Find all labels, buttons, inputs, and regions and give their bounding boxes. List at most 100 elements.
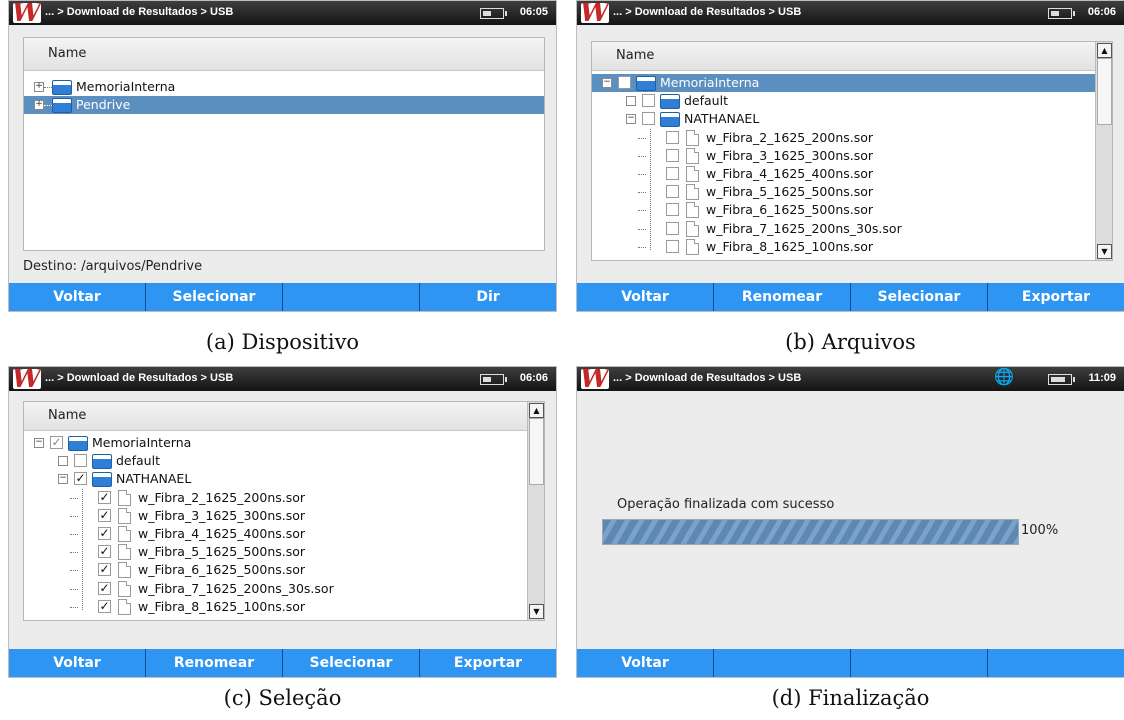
- exportar-button[interactable]: Exportar: [988, 283, 1124, 311]
- tree-folder-row[interactable]: − ✓ MemoriaInterna: [24, 434, 527, 452]
- renomear-button[interactable]: Renomear: [714, 283, 851, 311]
- tree-file-row[interactable]: ✓ w_Fibra_6_1625_500ns.sor: [24, 561, 527, 579]
- checkbox-icon[interactable]: [618, 76, 631, 89]
- expander-icon[interactable]: [626, 96, 636, 107]
- folder-icon: [660, 112, 680, 128]
- empty-softkey[interactable]: [714, 649, 851, 677]
- tree-folder-row[interactable]: − MemoriaInterna: [592, 74, 1095, 92]
- voltar-button[interactable]: Voltar: [9, 649, 146, 677]
- selecionar-button[interactable]: Selecionar: [283, 649, 420, 677]
- vertical-scrollbar[interactable]: ▲ ▼: [527, 402, 544, 620]
- renomear-button[interactable]: Renomear: [146, 649, 283, 677]
- scroll-up-icon[interactable]: ▲: [1097, 43, 1112, 58]
- dir-button[interactable]: Dir: [420, 283, 556, 311]
- checkbox-icon[interactable]: [666, 130, 679, 144]
- tree-label: w_Fibra_4_1625_400ns.sor: [138, 526, 306, 541]
- softkey-bar: Voltar Renomear Selecionar Exportar: [577, 283, 1124, 311]
- checkbox-icon[interactable]: [666, 221, 679, 235]
- clock: 06:06: [1087, 6, 1116, 18]
- tree-file-row[interactable]: ✓ w_Fibra_5_1625_500ns.sor: [24, 543, 527, 561]
- tree-file-row[interactable]: w_Fibra_8_1625_100ns.sor: [592, 238, 1095, 256]
- voltar-button[interactable]: Voltar: [9, 283, 146, 311]
- tree-file-row[interactable]: w_Fibra_3_1625_300ns.sor: [592, 147, 1095, 165]
- device-list[interactable]: Name + MemoriaInterna + Pendrive: [23, 37, 545, 251]
- scroll-up-icon[interactable]: ▲: [529, 403, 544, 418]
- voltar-button[interactable]: Voltar: [577, 649, 714, 677]
- voltar-button[interactable]: Voltar: [577, 283, 714, 311]
- tree-file-row[interactable]: ✓ w_Fibra_2_1625_200ns.sor: [24, 489, 527, 507]
- tree-file-row[interactable]: w_Fibra_4_1625_400ns.sor: [592, 165, 1095, 183]
- expander-icon[interactable]: −: [602, 78, 612, 88]
- scroll-down-icon[interactable]: ▼: [529, 604, 544, 619]
- tree-label: NATHANAEL: [116, 471, 192, 487]
- column-header-name[interactable]: Name: [24, 38, 544, 71]
- empty-softkey[interactable]: [988, 649, 1124, 677]
- checkbox-icon[interactable]: [666, 239, 679, 253]
- tree-file-row[interactable]: w_Fibra_6_1625_500ns.sor: [592, 201, 1095, 219]
- app-logo-icon: W: [13, 369, 41, 389]
- expander-icon[interactable]: +: [34, 100, 44, 110]
- expander-icon[interactable]: −: [58, 474, 68, 485]
- checkbox-icon[interactable]: [666, 148, 679, 162]
- expander-icon[interactable]: −: [626, 114, 636, 125]
- checkbox-icon[interactable]: ✓: [50, 436, 63, 449]
- vertical-scrollbar[interactable]: ▲ ▼: [1095, 42, 1112, 260]
- expander-icon[interactable]: [58, 456, 68, 467]
- battery-icon: [480, 374, 507, 385]
- tree-folder-row[interactable]: − ✓ NATHANAEL: [24, 470, 527, 488]
- checkbox-icon[interactable]: ✓: [74, 472, 87, 486]
- tree-connector: [638, 174, 646, 175]
- exportar-button[interactable]: Exportar: [420, 649, 556, 677]
- tree-file-row[interactable]: ✓ w_Fibra_3_1625_300ns.sor: [24, 507, 527, 525]
- tree-file-row[interactable]: w_Fibra_5_1625_500ns.sor: [592, 183, 1095, 201]
- column-header-name[interactable]: Name: [592, 42, 1112, 71]
- tree-folder-row[interactable]: − NATHANAEL: [592, 110, 1095, 128]
- selecionar-button[interactable]: Selecionar: [851, 283, 988, 311]
- tree-folder-row[interactable]: default: [592, 92, 1095, 110]
- file-icon: [118, 598, 131, 615]
- tree-connector: [638, 192, 646, 194]
- expander-icon[interactable]: +: [34, 82, 44, 92]
- file-icon: [118, 507, 131, 524]
- checkbox-icon[interactable]: [74, 454, 87, 468]
- checkbox-icon[interactable]: [666, 167, 679, 180]
- tree-label: default: [116, 453, 160, 469]
- tree-label: w_Fibra_3_1625_300ns.sor: [138, 507, 306, 523]
- checkbox-icon[interactable]: [666, 185, 679, 199]
- tree-file-row[interactable]: w_Fibra_2_1625_200ns.sor: [592, 129, 1095, 147]
- file-tree[interactable]: Name ▲ ▼ − MemoriaInterna default − NATHANAE…: [591, 41, 1113, 261]
- file-tree[interactable]: Name ▲ ▼ − ✓ MemoriaInterna default − ✓ NATHAN…: [23, 401, 545, 621]
- expander-icon[interactable]: −: [34, 438, 44, 448]
- checkbox-icon[interactable]: [642, 94, 655, 108]
- checkbox-icon[interactable]: ✓: [98, 490, 111, 504]
- checkbox-icon[interactable]: [666, 203, 679, 217]
- checkbox-icon[interactable]: ✓: [98, 599, 111, 613]
- checkbox-icon[interactable]: ✓: [98, 563, 111, 577]
- scroll-down-icon[interactable]: ▼: [1097, 244, 1112, 259]
- tree-row-pendrive[interactable]: + Pendrive: [24, 96, 544, 114]
- tree-file-row[interactable]: w_Fibra_7_1625_200ns_30s.sor: [592, 220, 1095, 238]
- tree-file-row[interactable]: ✓ w_Fibra_4_1625_400ns.sor: [24, 525, 527, 543]
- scroll-thumb[interactable]: [529, 418, 544, 485]
- checkbox-icon[interactable]: ✓: [98, 581, 111, 595]
- scroll-thumb[interactable]: [1097, 58, 1112, 125]
- tree-connector: [70, 570, 78, 572]
- empty-softkey[interactable]: [851, 649, 988, 677]
- clock: 06:06: [519, 372, 548, 384]
- tree-file-row[interactable]: ✓ w_Fibra_7_1625_200ns_30s.sor: [24, 580, 527, 598]
- tree-file-row[interactable]: ✓ w_Fibra_8_1625_100ns.sor: [24, 598, 527, 616]
- selecionar-button[interactable]: Selecionar: [146, 283, 283, 311]
- tree-label: MemoriaInterna: [660, 75, 760, 90]
- checkbox-icon[interactable]: ✓: [98, 508, 111, 522]
- tree-folder-row[interactable]: default: [24, 452, 527, 470]
- tree-label: MemoriaInterna: [92, 435, 192, 450]
- tree-connector: [70, 515, 78, 517]
- tree-connector: [70, 606, 78, 608]
- empty-softkey[interactable]: [283, 283, 420, 311]
- tree-row-memoriainterna[interactable]: + MemoriaInterna: [24, 78, 544, 96]
- file-icon: [686, 147, 699, 164]
- column-header-name[interactable]: Name: [24, 402, 544, 431]
- checkbox-icon[interactable]: ✓: [98, 527, 111, 540]
- checkbox-icon[interactable]: [642, 112, 655, 126]
- checkbox-icon[interactable]: ✓: [98, 545, 111, 559]
